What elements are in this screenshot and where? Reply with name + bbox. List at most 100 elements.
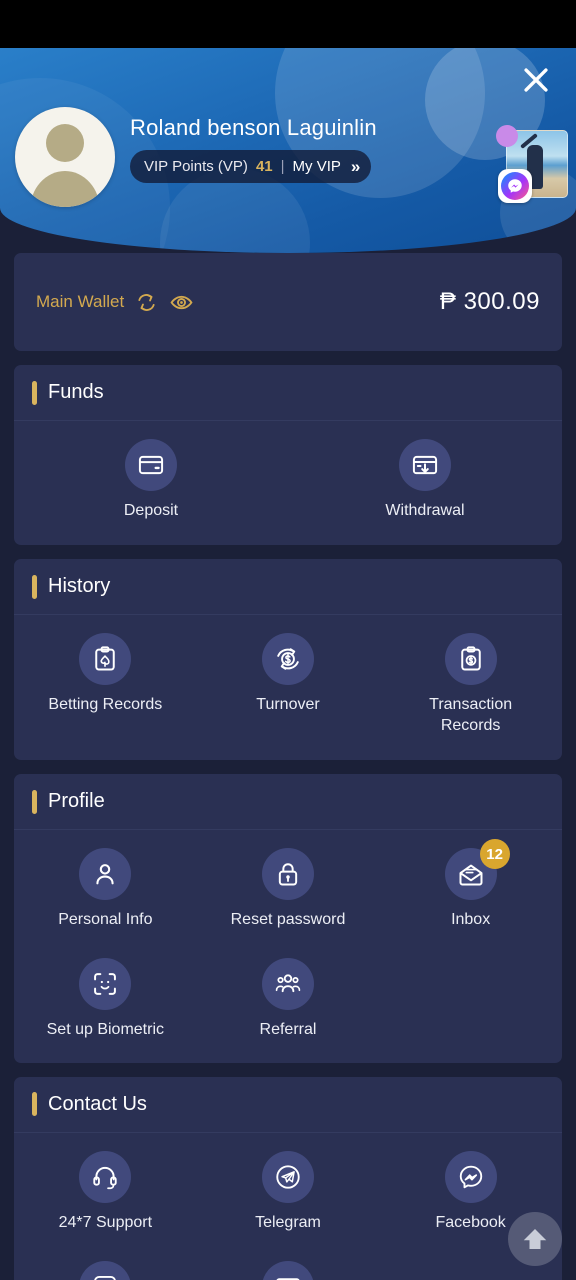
funds-grid: Deposit Withdrawal: [14, 421, 562, 545]
tile-viber[interactable]: [14, 1260, 197, 1280]
wallet-label: Main Wallet: [36, 292, 125, 311]
username: Roland benson Laguinlin: [130, 115, 377, 140]
scroll-to-top-icon: [523, 1229, 547, 1249]
tile-withdrawal[interactable]: Withdrawal: [288, 439, 562, 521]
icon-circle: [444, 633, 497, 686]
avatar-head: [46, 124, 84, 162]
messenger-icon: [501, 172, 529, 200]
icon-circle: [79, 633, 132, 686]
tile-label: Inbox: [451, 911, 491, 929]
group-people-icon: [275, 974, 301, 993]
viber-icon: [94, 1275, 117, 1280]
icon-circle: [444, 1150, 497, 1203]
funds-card: Funds Deposit Withdrawal: [14, 365, 562, 546]
icon-circle: [79, 958, 132, 1011]
tile-set-up-biometric[interactable]: Set up Biometric: [14, 958, 197, 1040]
tile-label: Turnover: [256, 696, 320, 714]
chevron-right-icon: »: [350, 156, 361, 176]
contact-grid-row2: [14, 1257, 562, 1280]
history-card: History Betting Records Turnover Transac…: [14, 559, 562, 761]
icon-circle: [79, 848, 132, 901]
tile-support[interactable]: 24*7 Support: [14, 1150, 197, 1233]
tile-turnover[interactable]: Turnover: [197, 633, 380, 736]
icon-circle: [261, 958, 314, 1011]
vip-points-label: VIP Points (VP): [144, 158, 248, 175]
content-area: Main Wallet ₱ 300.09 Funds Deposit Withd…: [0, 253, 576, 1280]
profile-grid-row2: Set up Biometric Referral: [14, 954, 562, 1062]
tile-mail[interactable]: [197, 1260, 380, 1280]
dollar-refresh-icon: [277, 648, 299, 670]
section-title: Funds: [48, 381, 104, 403]
tile-label: Deposit: [123, 502, 179, 519]
accent-bar: [32, 1092, 37, 1117]
tile-label: Personal Info: [58, 911, 153, 929]
my-vip-label: My VIP: [292, 158, 341, 175]
tile-label: Telegram: [255, 1213, 321, 1231]
icon-circle: [261, 633, 314, 686]
inbox-badge: 12: [479, 839, 510, 870]
vip-points-value: 41: [255, 158, 273, 175]
user-icon: [96, 864, 114, 885]
tile-referral[interactable]: Referral: [197, 958, 380, 1040]
tile-label: Withdrawal: [385, 502, 465, 519]
mail-icon: [276, 1277, 300, 1280]
envelope-open-icon: [459, 864, 483, 886]
scroll-to-top-button[interactable]: [508, 1212, 562, 1266]
avatar[interactable]: [15, 107, 115, 207]
messenger-chat-head[interactable]: [496, 125, 568, 205]
accent-bar: [32, 380, 37, 405]
tile-label: 24*7 Support: [58, 1213, 153, 1231]
tile-inbox[interactable]: 12 Inbox: [379, 839, 562, 930]
vip-pill[interactable]: VIP Points (VP) 41 | My VIP »: [130, 150, 372, 183]
tile-transaction-records[interactable]: Transaction Records: [379, 633, 562, 736]
contact-grid: 24*7 Support Telegram Facebook: [14, 1133, 562, 1257]
tile-label: Referral: [259, 1021, 317, 1039]
avatar-body: [30, 171, 100, 207]
messenger-icon: [459, 1165, 482, 1188]
clipboard-spade-icon: [95, 646, 116, 671]
eye-icon[interactable]: [169, 290, 194, 315]
tile-label: Facebook: [435, 1213, 506, 1231]
face-id-icon: [94, 973, 117, 996]
main-wallet-card: Main Wallet ₱ 300.09: [14, 253, 562, 351]
history-grid: Betting Records Turnover Transaction Rec…: [14, 615, 562, 760]
tile-label: Reset password: [230, 911, 346, 929]
messenger-badge: [498, 169, 532, 203]
tile-betting-records[interactable]: Betting Records: [14, 633, 197, 736]
vip-separator: |: [280, 158, 285, 175]
wallet-balance: ₱ 300.09: [439, 288, 540, 315]
lock-icon: [278, 863, 298, 886]
tile-personal-info[interactable]: Personal Info: [14, 848, 197, 930]
tile-deposit[interactable]: Deposit: [14, 439, 288, 521]
section-title: History: [48, 575, 111, 598]
status-bar: [0, 0, 576, 48]
tile-telegram[interactable]: Telegram: [197, 1150, 380, 1233]
tile-label: Set up Biometric: [46, 1021, 165, 1039]
tile-label: Betting Records: [48, 696, 163, 714]
clipboard-dollar-icon: [460, 646, 481, 671]
history-header: History: [14, 559, 562, 616]
icon-circle: [399, 439, 451, 491]
section-title: Profile: [48, 790, 105, 813]
icon-circle: [261, 1260, 314, 1280]
section-title: Contact Us: [48, 1092, 147, 1115]
tile-reset-password[interactable]: Reset password: [197, 848, 380, 930]
tile-label: Transaction Records: [429, 696, 513, 735]
profile-header-row: Profile: [14, 774, 562, 831]
purple-dot-indicator: [496, 125, 518, 147]
credit-card-icon: [138, 455, 164, 475]
icon-circle: [261, 848, 314, 901]
headset-icon: [93, 1166, 117, 1189]
card-download-icon: [412, 455, 438, 475]
app-screen: Roland benson Laguinlin VIP Points (VP) …: [0, 0, 576, 1280]
icon-circle: [79, 1260, 132, 1280]
icon-circle: [79, 1150, 132, 1203]
refresh-icon[interactable]: [135, 291, 158, 314]
accent-bar: [32, 574, 37, 599]
icon-circle: 12: [444, 839, 510, 901]
contact-us-header: Contact Us: [14, 1077, 562, 1133]
close-button[interactable]: [508, 52, 564, 108]
accent-bar: [32, 789, 37, 814]
funds-header: Funds: [14, 365, 562, 421]
close-icon: [524, 68, 548, 92]
